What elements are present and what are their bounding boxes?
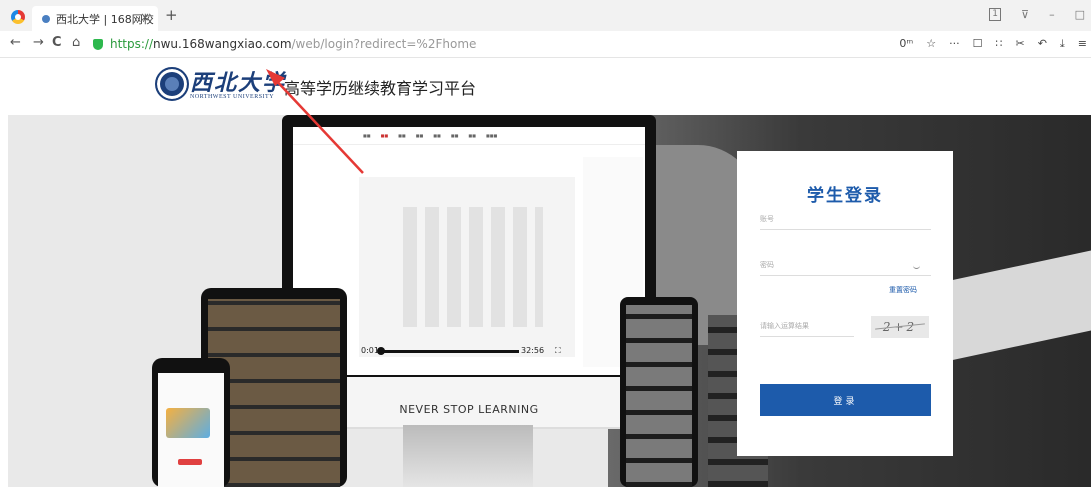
url-scheme: https:// xyxy=(110,37,154,51)
reload-icon[interactable]: C xyxy=(52,36,62,50)
back-icon[interactable]: ← xyxy=(10,36,21,50)
url-input[interactable]: https://nwu.168wangxiao.com/web/login?re… xyxy=(110,37,476,51)
url-host: nwu.168wangxiao.com xyxy=(153,37,292,51)
star-icon[interactable]: ☆ xyxy=(926,37,936,51)
screen-nav-mock: ■■ ■■ ■■ ■■ ■■ ■■ ■■ ■■■ xyxy=(293,127,645,145)
screen-video-art xyxy=(403,207,543,327)
profile-icon[interactable]: 1 xyxy=(989,8,1002,21)
pin-icon[interactable]: ⊽ xyxy=(1021,8,1029,21)
more-icon[interactable]: ··· xyxy=(949,37,960,51)
undo-icon[interactable]: ↶ xyxy=(1038,37,1047,51)
password-input[interactable] xyxy=(760,261,931,276)
browser-address-bar: ← → C ⌂ https://nwu.168wangxiao.com/web/… xyxy=(0,31,1091,58)
download-icon[interactable]: ⤓ xyxy=(1060,37,1065,51)
maximize-icon[interactable]: □ xyxy=(1075,8,1085,21)
login-title: 学生登录 xyxy=(807,186,883,206)
apps-icon[interactable]: ∷ xyxy=(995,37,1002,51)
home-icon[interactable]: ⌂ xyxy=(72,36,80,50)
menu-icon[interactable]: ≡ xyxy=(1078,37,1087,51)
account-input[interactable] xyxy=(760,215,931,230)
university-seal-icon xyxy=(155,67,189,101)
monitor-stand xyxy=(403,425,533,487)
key-icon[interactable]: 0ᵐ xyxy=(899,37,913,51)
url-path: /web/login?redirect=%2Fhome xyxy=(291,37,477,51)
reset-password-link[interactable]: 重置密码 xyxy=(889,285,917,295)
collections-icon[interactable]: ☐ xyxy=(973,37,983,51)
platform-title: 高等学历继续教育学习平台 xyxy=(284,79,477,98)
browser-tab[interactable]: 西北大学 | 168网校 × xyxy=(32,6,158,31)
captcha-image[interactable]: 2+2 xyxy=(871,316,929,338)
login-card: 学生登录 重置密码 2+2 登录 xyxy=(737,151,953,456)
right-tablet-screen xyxy=(626,305,692,487)
minimize-icon[interactable]: – xyxy=(1049,8,1055,21)
fullscreen-icon: ⛶ xyxy=(555,346,561,355)
login-button[interactable]: 登录 xyxy=(760,384,931,416)
browser-tab-bar: 西北大学 | 168网校 × + 1 ⊽ – □ xyxy=(0,0,1091,31)
window-controls: 1 ⊽ – □ xyxy=(989,8,1085,21)
tab-close-icon[interactable]: × xyxy=(140,10,150,24)
captcha-input[interactable] xyxy=(760,322,854,337)
forward-icon[interactable]: → xyxy=(33,36,44,50)
site-favicon-icon xyxy=(42,14,50,23)
video-total-time: 32:56 xyxy=(521,346,545,355)
browser-toolbar: 0ᵐ ☆ ··· ☐ ∷ ✂ ↶ ⤓ ≡ xyxy=(899,37,1087,51)
video-progress-bar xyxy=(379,350,519,353)
browser-logo-icon[interactable] xyxy=(11,10,25,24)
university-logo-text: 西北大学 xyxy=(190,70,287,96)
security-shield-icon[interactable] xyxy=(93,39,103,50)
cut-icon[interactable]: ✂ xyxy=(1015,37,1024,51)
new-tab-button[interactable]: + xyxy=(165,8,178,23)
phone-badge xyxy=(178,459,202,465)
university-logo-english: NORTHWEST UNIVERSITY xyxy=(190,94,275,100)
phone-illustration xyxy=(166,408,210,438)
video-current-time: 0:01 xyxy=(361,346,379,355)
